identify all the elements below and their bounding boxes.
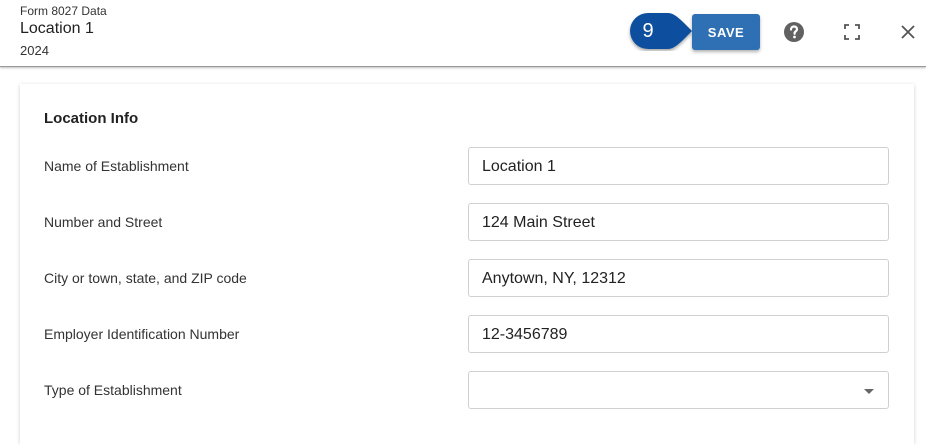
establishment-type-select[interactable] <box>468 371 889 409</box>
close-icon <box>901 25 915 39</box>
fullscreen-button[interactable] <box>839 19 865 45</box>
tax-year: 2024 <box>20 43 49 58</box>
establishment-type-label: Type of Establishment <box>44 382 182 398</box>
section-title: Location Info <box>44 110 139 127</box>
step-number: 9 <box>642 20 654 42</box>
close-button[interactable] <box>895 19 921 45</box>
ein-label: Employer Identification Number <box>44 326 240 342</box>
street-label: Number and Street <box>44 214 163 230</box>
city-state-zip-value: Anytown, NY, 12312 <box>482 270 626 287</box>
establishment-name-label: Name of Establishment <box>44 158 189 174</box>
establishment-name-value: Location 1 <box>482 158 556 175</box>
city-state-zip-label: City or town, state, and ZIP code <box>44 270 247 286</box>
establishment-name-input[interactable]: Location 1 <box>468 147 889 185</box>
street-input[interactable]: 124 Main Street <box>468 203 889 241</box>
dialog-header: Form 8027 Data Location 1 2024 9 SAVE <box>0 0 926 67</box>
ein-value: 12-3456789 <box>482 326 568 343</box>
chevron-down-icon <box>864 389 874 394</box>
city-state-zip-input[interactable]: Anytown, NY, 12312 <box>468 259 889 297</box>
form-subtitle: Form 8027 Data <box>20 4 107 18</box>
help-icon <box>784 22 804 42</box>
help-button[interactable] <box>781 19 807 45</box>
street-value: 124 Main Street <box>482 214 595 231</box>
ein-input[interactable]: 12-3456789 <box>468 315 889 353</box>
fullscreen-icon <box>844 24 860 40</box>
dialog-title: Location 1 <box>20 20 94 37</box>
save-button[interactable]: SAVE <box>692 14 760 50</box>
